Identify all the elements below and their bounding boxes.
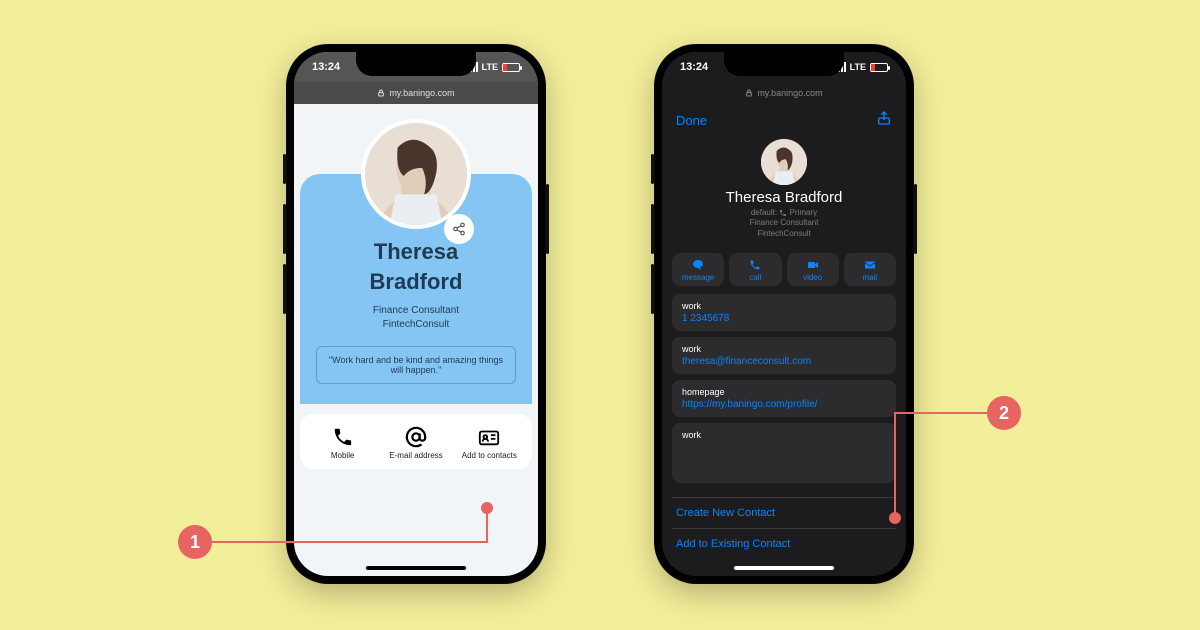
phone-small-icon	[779, 209, 787, 217]
network-label: LTE	[482, 62, 498, 72]
mobile-label: Mobile	[331, 452, 355, 461]
share-icon	[452, 222, 466, 236]
homepage-field-label: homepage	[682, 387, 886, 397]
profile-card: Theresa Bradford Finance Consultant Fint…	[300, 174, 532, 404]
annotation-dot-2	[889, 512, 901, 524]
profile-role: Finance Consultant	[316, 304, 516, 318]
annotation-badge-2: 2	[987, 396, 1021, 430]
action-row: Mobile E-mail address Add to contacts	[300, 414, 532, 469]
url-bar[interactable]: my.baningo.com	[294, 82, 538, 104]
phone-field[interactable]: work 1 2345678	[672, 294, 896, 331]
share-icon	[876, 110, 892, 126]
email-action[interactable]: E-mail address	[386, 426, 446, 461]
email-label: E-mail address	[389, 452, 442, 461]
profile-name-first: Theresa	[316, 240, 516, 264]
default-label: default:	[751, 208, 777, 217]
address-field-label: work	[682, 430, 886, 440]
avatar	[361, 119, 471, 229]
email-field-label: work	[682, 344, 886, 354]
share-button[interactable]	[444, 214, 474, 244]
annotation-dot-1	[481, 502, 493, 514]
status-time: 13:24	[312, 61, 340, 73]
home-indicator[interactable]	[734, 566, 834, 570]
phone-right: 13:24 LTE my.baningo.com Done Theresa Br…	[654, 44, 914, 584]
mail-button[interactable]: mail	[844, 253, 896, 286]
phone-field-label: work	[682, 301, 886, 311]
primary-label: Primary	[790, 208, 818, 217]
mail-label: mail	[863, 273, 878, 282]
battery-icon	[502, 63, 520, 72]
lock-icon	[745, 89, 753, 97]
add-contact-action[interactable]: Add to contacts	[459, 426, 519, 461]
call-icon	[748, 259, 762, 271]
address-field[interactable]: work	[672, 423, 896, 483]
phone-icon	[332, 426, 354, 448]
message-button[interactable]: message	[672, 253, 724, 286]
call-label: call	[749, 273, 761, 282]
status-time: 13:24	[680, 61, 708, 73]
at-icon	[405, 426, 427, 448]
phone-left: 13:24 LTE my.baningo.com Theresa Bradfor…	[286, 44, 546, 584]
url-text: my.baningo.com	[757, 88, 822, 98]
phone-field-value: 1 2345678	[682, 313, 886, 324]
network-label: LTE	[850, 62, 866, 72]
message-label: message	[682, 273, 714, 282]
contact-company: FintechConsult	[757, 229, 810, 238]
url-bar[interactable]: my.baningo.com	[662, 82, 906, 104]
battery-icon	[870, 63, 888, 72]
profile-name-last: Bradford	[316, 270, 516, 294]
contact-card-icon	[478, 426, 500, 448]
url-text: my.baningo.com	[389, 88, 454, 98]
lock-icon	[377, 89, 385, 97]
add-contact-label: Add to contacts	[462, 452, 517, 461]
homepage-field-value: https://my.baningo.com/profile/	[682, 399, 886, 410]
email-field-value: theresa@financeconsult.com	[682, 356, 886, 367]
annotation-line-2	[894, 412, 988, 414]
call-button[interactable]: call	[729, 253, 781, 286]
share-button[interactable]	[876, 110, 892, 131]
contact-role: Finance Consultant	[750, 218, 819, 227]
profile-quote: "Work hard and be kind and amazing thing…	[316, 346, 516, 384]
annotation-line-1	[212, 541, 488, 543]
add-existing-contact-link[interactable]: Add to Existing Contact	[672, 528, 896, 559]
avatar	[761, 139, 807, 185]
home-indicator[interactable]	[366, 566, 466, 570]
annotation-line-2v	[894, 412, 896, 517]
email-field[interactable]: work theresa@financeconsult.com	[672, 337, 896, 374]
annotation-badge-1: 1	[178, 525, 212, 559]
profile-company: FintechConsult	[316, 318, 516, 332]
video-button[interactable]: video	[787, 253, 839, 286]
create-contact-link[interactable]: Create New Contact	[672, 497, 896, 528]
message-icon	[691, 259, 705, 271]
mail-icon	[863, 259, 877, 271]
homepage-field[interactable]: homepage https://my.baningo.com/profile/	[672, 380, 896, 417]
video-icon	[806, 259, 820, 271]
done-button[interactable]: Done	[676, 113, 707, 128]
video-label: video	[803, 273, 822, 282]
contact-name: Theresa Bradford	[662, 189, 906, 206]
mobile-action[interactable]: Mobile	[313, 426, 373, 461]
